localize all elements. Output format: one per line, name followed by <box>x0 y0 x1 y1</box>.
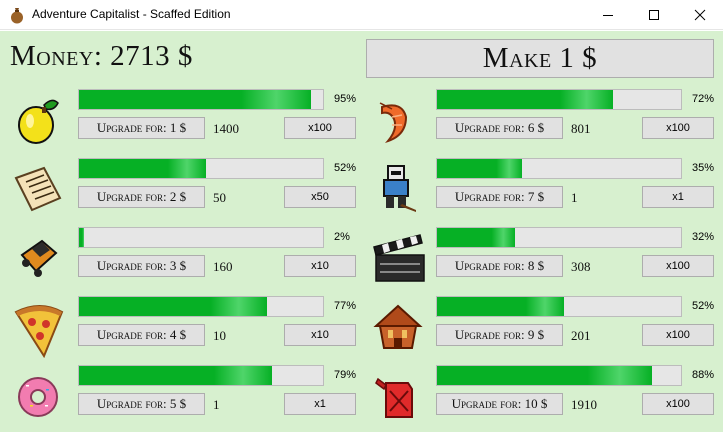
progress-fill <box>437 228 516 247</box>
owned-count: 1 <box>213 397 220 412</box>
progress-label: 95% <box>334 93 357 105</box>
multiplier-button[interactable]: x1 <box>642 186 714 208</box>
multiplier-button[interactable]: x10 <box>284 324 356 346</box>
progress-fill <box>437 159 523 178</box>
owned-count: 1 <box>571 190 578 205</box>
progress-fill <box>437 366 652 385</box>
car-icon <box>8 227 68 293</box>
progress-label: 52% <box>692 300 715 312</box>
donut-icon <box>8 365 68 431</box>
progress-bar <box>78 158 324 179</box>
upgrade-button[interactable]: Upgrade for: 7 $ <box>436 186 563 208</box>
progress-fill <box>79 159 206 178</box>
progress-fill <box>437 297 564 316</box>
progress-fill <box>79 366 272 385</box>
business-row-hockey: 35% Upgrade for: 7 $ 1 x1 <box>366 158 716 224</box>
multiplier-button[interactable]: x100 <box>284 117 356 139</box>
progress-label: 79% <box>334 369 357 381</box>
money-bag-icon <box>9 6 25 24</box>
progress-fill <box>79 297 267 316</box>
title-bar: Adventure Capitalist - Scaffed Edition <box>0 0 723 30</box>
progress-bar <box>436 89 682 110</box>
multiplier-button[interactable]: x100 <box>642 255 714 277</box>
owned-count: 801 <box>571 121 591 136</box>
business-row-donut: 79% Upgrade for: 5 $ 1 x1 <box>8 365 358 431</box>
progress-label: 72% <box>692 93 715 105</box>
upgrade-button[interactable]: Upgrade for: 1 $ <box>78 117 205 139</box>
hockey-player-icon <box>366 158 426 224</box>
progress-bar <box>78 296 324 317</box>
newspaper-icon <box>8 158 68 224</box>
progress-bar <box>78 227 324 248</box>
make-money-button[interactable]: Make 1 $ <box>366 39 714 78</box>
progress-label: 77% <box>334 300 357 312</box>
shrimp-icon <box>366 89 426 155</box>
business-row-car-wash: 2% Upgrade for: 3 $ 160 x10 <box>8 227 358 293</box>
progress-bar <box>436 158 682 179</box>
lemon-icon <box>8 89 68 155</box>
owned-count: 50 <box>213 190 226 205</box>
owned-count: 1910 <box>571 397 597 412</box>
owned-count: 1400 <box>213 121 239 136</box>
progress-label: 88% <box>692 369 715 381</box>
maximize-button[interactable] <box>631 0 677 30</box>
progress-label: 35% <box>692 162 715 174</box>
business-row-shrimp: 72% Upgrade for: 6 $ 801 x100 <box>366 89 716 155</box>
money-label: Money: 2713 $ <box>10 40 193 72</box>
upgrade-button[interactable]: Upgrade for: 3 $ <box>78 255 205 277</box>
progress-bar <box>436 296 682 317</box>
minimize-button[interactable] <box>585 0 631 30</box>
progress-label: 32% <box>692 231 715 243</box>
multiplier-button[interactable]: x1 <box>284 393 356 415</box>
progress-bar <box>436 227 682 248</box>
upgrade-button[interactable]: Upgrade for: 5 $ <box>78 393 205 415</box>
progress-bar <box>436 365 682 386</box>
progress-label: 52% <box>334 162 357 174</box>
upgrade-button[interactable]: Upgrade for: 6 $ <box>436 117 563 139</box>
multiplier-button[interactable]: x100 <box>642 324 714 346</box>
owned-count: 10 <box>213 328 226 343</box>
multiplier-button[interactable]: x50 <box>284 186 356 208</box>
business-row-newspaper: 52% Upgrade for: 2 $ 50 x50 <box>8 158 358 224</box>
progress-fill <box>79 228 84 247</box>
owned-count: 160 <box>213 259 233 274</box>
progress-bar <box>78 365 324 386</box>
upgrade-button[interactable]: Upgrade for: 2 $ <box>78 186 205 208</box>
business-row-movie: 32% Upgrade for: 8 $ 308 x100 <box>366 227 716 293</box>
multiplier-button[interactable]: x100 <box>642 117 714 139</box>
upgrade-button[interactable]: Upgrade for: 4 $ <box>78 324 205 346</box>
progress-bar <box>78 89 324 110</box>
business-row-oil: 88% Upgrade for: 10 $ 1910 x100 <box>366 365 716 431</box>
clapperboard-icon <box>366 227 426 293</box>
upgrade-button[interactable]: Upgrade for: 9 $ <box>436 324 563 346</box>
owned-count: 308 <box>571 259 591 274</box>
window-title: Adventure Capitalist - Scaffed Edition <box>32 7 231 21</box>
upgrade-button[interactable]: Upgrade for: 8 $ <box>436 255 563 277</box>
business-row-lemon: 95% Upgrade for: 1 $ 1400 x100 <box>8 89 358 155</box>
business-row-bank: 52% Upgrade for: 9 $ 201 x100 <box>366 296 716 362</box>
business-row-pizza: 77% Upgrade for: 4 $ 10 x10 <box>8 296 358 362</box>
progress-fill <box>437 90 613 109</box>
owned-count: 201 <box>571 328 591 343</box>
multiplier-button[interactable]: x10 <box>284 255 356 277</box>
pizza-icon <box>8 296 68 362</box>
gas-can-icon <box>366 365 426 431</box>
close-button[interactable] <box>677 0 723 30</box>
progress-fill <box>79 90 311 109</box>
progress-label: 2% <box>334 231 350 243</box>
upgrade-button[interactable]: Upgrade for: 10 $ <box>436 393 563 415</box>
bank-building-icon <box>366 296 426 362</box>
multiplier-button[interactable]: x100 <box>642 393 714 415</box>
